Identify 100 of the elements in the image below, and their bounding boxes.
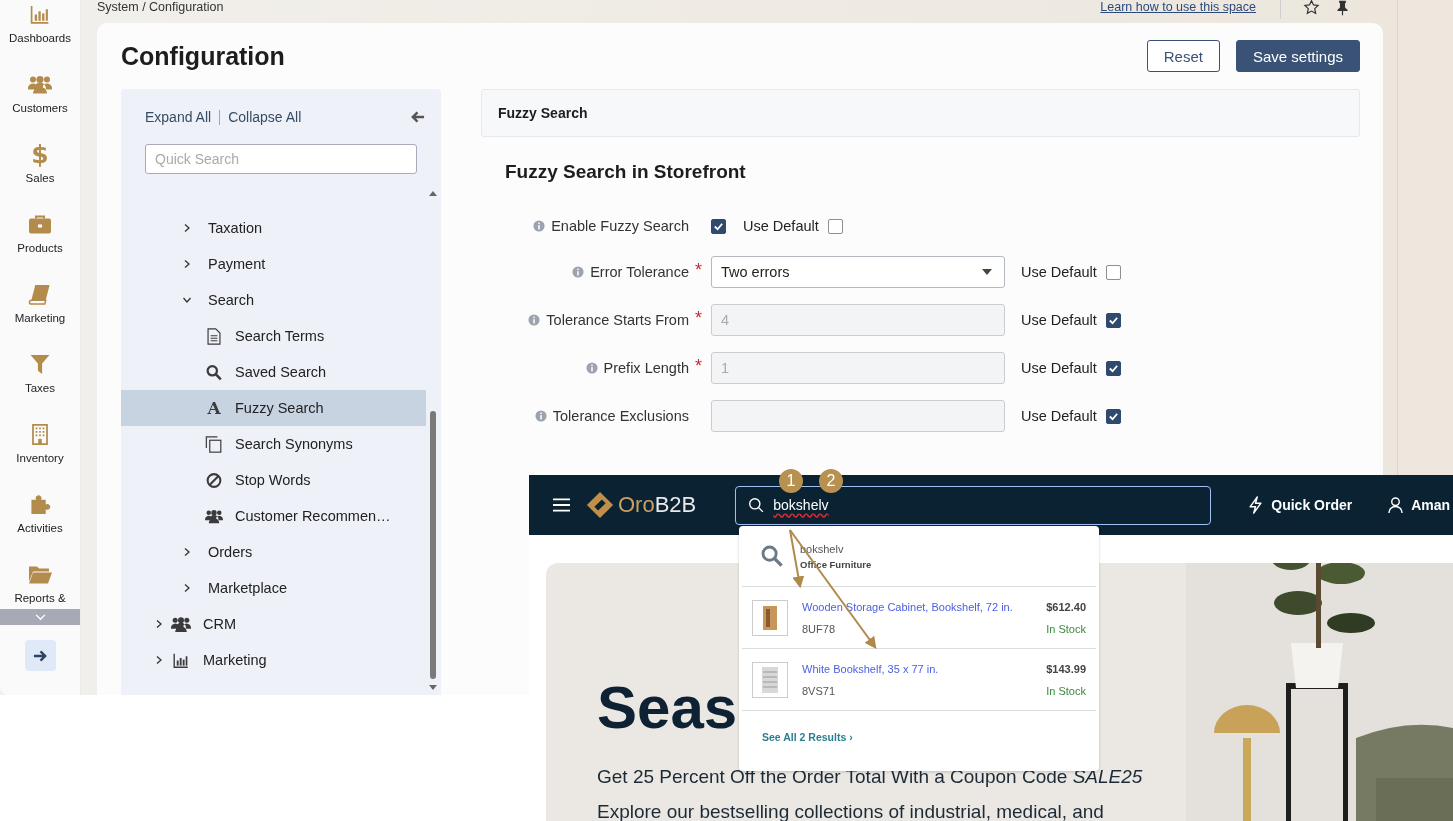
- use-default-label: Use Default: [1021, 312, 1097, 328]
- chevron-right-icon[interactable]: [154, 619, 164, 629]
- product-result[interactable]: White Bookshelf, 35 x 77 in. 8VS71 $143.99 In Stock: [742, 649, 1096, 711]
- collapse-all-link[interactable]: Collapse All: [228, 109, 302, 125]
- chevron-right-icon[interactable]: [182, 259, 192, 269]
- check-icon: [1107, 314, 1119, 326]
- document-icon: [205, 327, 223, 345]
- tree-item[interactable]: Search Synonyms: [121, 426, 426, 462]
- nav-item[interactable]: Taxes: [0, 328, 80, 398]
- search-icon: [205, 363, 223, 381]
- checkbox[interactable]: [827, 218, 843, 234]
- tree-item[interactable]: Marketplace: [121, 570, 426, 606]
- arrow-left-icon[interactable]: [410, 110, 425, 124]
- use-default-label: Use Default: [1021, 360, 1097, 376]
- people-icon: [205, 507, 223, 525]
- product-sku: 8VS71: [802, 684, 837, 697]
- tree-item[interactable]: Orders: [121, 534, 426, 570]
- search-icon: [748, 496, 766, 514]
- nav-item[interactable]: Marketing: [0, 258, 80, 328]
- product-name-link[interactable]: White Bookshelf, 35 x 77 in.: [802, 662, 1033, 675]
- quick-order-link[interactable]: Quick Order: [1248, 496, 1353, 514]
- pin-icon[interactable]: [1334, 0, 1351, 16]
- select-field[interactable]: Two errors: [711, 256, 1005, 288]
- checkbox[interactable]: [1105, 264, 1121, 280]
- tree-item[interactable]: Search Terms: [121, 318, 426, 354]
- tree-item[interactable]: Saved Search: [121, 354, 426, 390]
- breadcrumb: System / Configuration: [97, 0, 225, 14]
- field-label: Prefix Length: [603, 360, 689, 376]
- expand-button[interactable]: [25, 640, 56, 671]
- chevron-down-icon[interactable]: [182, 295, 192, 305]
- nav-item[interactable]: Inventory: [0, 398, 80, 468]
- chevron-right-icon[interactable]: [182, 223, 192, 233]
- section-title: Fuzzy Search in Storefront: [505, 161, 747, 184]
- nav-item[interactable]: Dashboards: [0, 0, 80, 48]
- search-icon: [760, 544, 784, 568]
- copy-icon: [205, 435, 223, 453]
- expand-all-link[interactable]: Expand All: [145, 109, 212, 125]
- caret-icon: [982, 269, 992, 275]
- nav-item[interactable]: Customers: [0, 48, 80, 118]
- nav-item[interactable]: Activities: [0, 468, 80, 538]
- required-mark: *: [695, 259, 702, 280]
- brand-name: B2B: [654, 492, 697, 518]
- user-icon: [1388, 496, 1404, 514]
- check-icon: [713, 220, 724, 232]
- funnel-icon: [28, 354, 52, 375]
- search-field[interactable]: Quick Search: [145, 144, 417, 174]
- tree-item[interactable]: Payment: [121, 246, 426, 282]
- field-label: Tolerance Exclusions: [552, 408, 689, 424]
- tree-item[interactable]: A Fuzzy Search: [121, 390, 426, 426]
- tree-item[interactable]: Customer Recommen…: [121, 498, 426, 534]
- help-link[interactable]: Learn how to use this space: [1100, 0, 1256, 14]
- dollar-icon: $: [31, 144, 49, 165]
- arrow-right-icon: [33, 648, 48, 663]
- people-icon: [28, 74, 52, 95]
- reset-button[interactable]: Reset: [1146, 40, 1220, 72]
- required-mark: *: [695, 307, 702, 328]
- lightning-icon: [1248, 496, 1264, 514]
- folder-icon: [28, 564, 52, 585]
- letter-icon: A: [207, 399, 221, 417]
- bar-chart-icon: [171, 651, 191, 669]
- scroll-down-icon[interactable]: [429, 685, 437, 691]
- page-title: Configuration: [121, 41, 285, 71]
- section-header: Fuzzy Search: [481, 89, 1360, 137]
- account-link[interactable]: Aman: [1388, 496, 1451, 514]
- required-mark: *: [695, 355, 702, 376]
- briefcase-icon: [28, 214, 52, 235]
- menu-icon[interactable]: [553, 498, 570, 512]
- nav-item[interactable]: Reports &: [0, 538, 80, 606]
- field-label: Error Tolerance: [590, 264, 689, 280]
- logo-icon: [586, 491, 614, 519]
- chevron-right-icon[interactable]: [154, 655, 164, 665]
- save-button[interactable]: Save settings: [1235, 40, 1360, 72]
- product-price: $612.40: [1046, 600, 1086, 613]
- product-name-link[interactable]: Wooden Storage Cabinet, Bookshelf, 72 in.: [802, 600, 1033, 613]
- chevron-right-icon[interactable]: [182, 583, 192, 593]
- nav-item[interactable]: $ Sales: [0, 118, 80, 188]
- product-thumbnail: [752, 599, 788, 636]
- book-icon: [28, 284, 52, 305]
- chevron-right-icon[interactable]: [182, 547, 192, 557]
- product-result[interactable]: Wooden Storage Cabinet, Bookshelf, 72 in. 8UF78 $612.40 In Stock: [742, 587, 1096, 649]
- people-icon: [171, 615, 191, 633]
- tree-item[interactable]: Taxation: [121, 210, 426, 246]
- see-all-results-link[interactable]: See All 2 Results ›: [742, 711, 1096, 771]
- search-field[interactable]: bokshelv: [735, 485, 1212, 525]
- use-default-label: Use Default: [1021, 408, 1097, 424]
- nav-item[interactable]: Products: [0, 188, 80, 258]
- tree-item[interactable]: Marketing: [121, 642, 426, 678]
- hero-title: Seas: [597, 676, 738, 740]
- scroll-bar[interactable]: [0, 609, 80, 625]
- use-default-label: Use Default: [743, 218, 819, 234]
- product-price: $143.99: [1046, 662, 1086, 675]
- scroll-up-icon[interactable]: [429, 190, 437, 196]
- tree-item[interactable]: CRM: [121, 606, 426, 642]
- field-label: Tolerance Starts From: [546, 312, 689, 328]
- tree-item[interactable]: Search: [121, 282, 426, 318]
- checkbox[interactable]: [711, 218, 726, 234]
- product-thumbnail: [752, 661, 788, 698]
- tree-item[interactable]: Stop Words: [121, 462, 426, 498]
- stock-status: In Stock: [1046, 622, 1086, 635]
- star-icon[interactable]: [1303, 0, 1320, 16]
